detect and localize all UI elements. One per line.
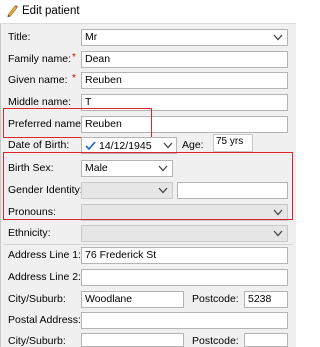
postcode2-input[interactable] xyxy=(244,333,288,347)
chevron-down-icon[interactable] xyxy=(163,141,173,150)
preferred-name-input[interactable]: Reuben xyxy=(81,116,288,133)
dob-picker[interactable]: 14/12/1945 xyxy=(81,137,177,154)
family-name-input[interactable]: Dean xyxy=(81,51,288,68)
chevron-down-icon xyxy=(158,165,168,172)
title-select[interactable]: Mr xyxy=(81,29,288,46)
city-input[interactable]: Woodlane xyxy=(81,291,184,308)
middle-name-label: Middle name: xyxy=(8,96,72,108)
required-marker: * xyxy=(72,52,76,63)
age-value: 75 yrs xyxy=(213,134,253,152)
divider xyxy=(3,244,293,245)
chevron-down-icon xyxy=(273,34,283,41)
checkmark-icon[interactable] xyxy=(85,140,96,151)
middle-name-input[interactable]: T xyxy=(81,94,288,111)
ethnicity-label: Ethnicity: xyxy=(8,227,51,239)
address1-label: Address Line 1: xyxy=(8,249,81,261)
city-label: City/Suburb: xyxy=(8,293,66,305)
pronouns-select[interactable] xyxy=(81,204,288,221)
family-name-label: Family name: xyxy=(8,53,72,65)
gender-identity-select[interactable] xyxy=(81,182,173,199)
pronouns-label: Pronouns: xyxy=(8,206,56,218)
postal-address-input[interactable] xyxy=(81,312,288,329)
chevron-down-icon xyxy=(158,187,168,194)
birth-sex-select[interactable]: Male xyxy=(81,160,173,177)
postcode-input[interactable]: 5238 xyxy=(244,291,288,308)
postcode2-label: Postcode: xyxy=(192,335,239,347)
address1-input[interactable]: 76 Frederick St xyxy=(81,247,288,264)
chevron-down-icon xyxy=(273,209,283,216)
birth-sex-label: Birth Sex: xyxy=(8,162,54,174)
given-name-label: Given name: xyxy=(8,74,68,86)
address2-input[interactable] xyxy=(81,269,288,286)
birth-sex-value: Male xyxy=(85,162,108,174)
title-label: Title: xyxy=(8,31,31,43)
dob-label: Date of Birth: xyxy=(8,139,70,151)
window-title: Edit patient xyxy=(22,5,80,17)
gender-identity-label: Gender Identity: xyxy=(8,184,83,196)
required-marker: * xyxy=(72,73,76,84)
city2-input[interactable] xyxy=(81,333,184,347)
preferred-name-label: Preferred name: xyxy=(8,118,84,130)
dob-value: 14/12/1945 xyxy=(99,140,152,152)
city2-label: City/Suburb: xyxy=(8,335,66,347)
pencil-icon xyxy=(7,5,18,17)
chevron-down-icon xyxy=(273,230,283,237)
postal-address-label: Postal Address: xyxy=(8,314,81,326)
postcode-label: Postcode: xyxy=(192,293,239,305)
given-name-input[interactable]: Reuben xyxy=(81,72,288,89)
address2-label: Address Line 2: xyxy=(8,271,81,283)
ethnicity-select[interactable] xyxy=(81,225,288,242)
age-label: Age: xyxy=(182,139,204,151)
window-titlebar: Edit patient xyxy=(0,0,296,24)
title-value: Mr xyxy=(85,31,98,43)
gender-identity-other-input[interactable] xyxy=(177,182,288,199)
